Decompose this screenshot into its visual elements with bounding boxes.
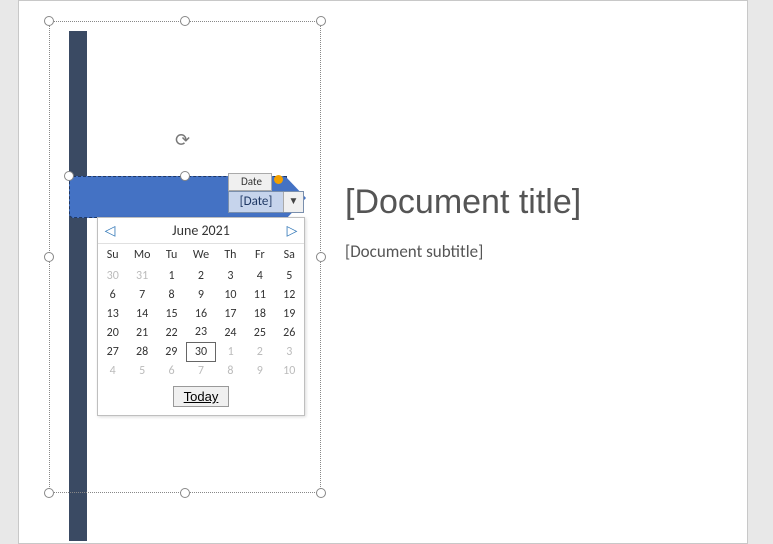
selection-handle[interactable] [180, 488, 190, 498]
calendar-day-header: Tu [157, 244, 186, 266]
calendar-day-header: We [186, 244, 215, 266]
calendar-day-cell[interactable]: 13 [98, 304, 127, 323]
calendar-day-cell[interactable]: 30 [98, 266, 127, 285]
calendar-day-cell[interactable]: 1 [216, 342, 245, 361]
selection-handle[interactable] [180, 171, 190, 181]
calendar-day-cell[interactable]: 8 [216, 361, 245, 380]
calendar-day-cell[interactable]: 3 [216, 266, 245, 285]
calendar-day-header: Sa [275, 244, 304, 266]
calendar-today-button[interactable]: Today [173, 386, 230, 407]
selection-handle[interactable] [180, 16, 190, 26]
calendar-day-cell[interactable]: 9 [245, 361, 274, 380]
document-page: ⟳ Date [Date] ▼ ◁ June 2021 ▷ SuMoTuWeTh… [18, 0, 748, 544]
calendar-day-cell[interactable]: 2 [186, 266, 215, 285]
calendar-day-cell[interactable]: 12 [275, 285, 304, 304]
calendar-day-cell[interactable]: 8 [157, 285, 186, 304]
calendar-grid: SuMoTuWeThFrSa 3031123456789101112131415… [98, 244, 304, 380]
content-control-tag: Date [228, 173, 272, 191]
calendar-day-header: Th [216, 244, 245, 266]
content-control-accent-dot [274, 175, 283, 184]
calendar-day-cell[interactable]: 16 [186, 304, 215, 323]
cover-stripe [69, 31, 87, 541]
calendar-day-cell[interactable]: 4 [98, 361, 127, 380]
date-field[interactable]: [Date] ▼ [228, 191, 304, 213]
calendar-day-cell[interactable]: 1 [157, 266, 186, 285]
selection-handle[interactable] [44, 488, 54, 498]
calendar-day-cell[interactable]: 29 [157, 342, 186, 361]
calendar-day-cell[interactable]: 6 [157, 361, 186, 380]
selection-handle[interactable] [44, 16, 54, 26]
calendar-day-cell[interactable]: 5 [275, 266, 304, 285]
calendar-day-cell[interactable]: 7 [186, 361, 215, 380]
calendar-day-cell[interactable]: 28 [127, 342, 156, 361]
date-picker-popup: ◁ June 2021 ▷ SuMoTuWeThFrSa 30311234567… [97, 217, 305, 416]
calendar-prev-month-icon[interactable]: ◁ [102, 222, 118, 239]
rotation-handle-icon[interactable]: ⟳ [175, 129, 190, 151]
selection-handle[interactable] [44, 252, 54, 262]
calendar-day-cell[interactable]: 20 [98, 323, 127, 342]
calendar-day-cell[interactable]: 6 [98, 285, 127, 304]
calendar-day-cell[interactable]: 23 [186, 323, 215, 342]
calendar-day-cell[interactable]: 22 [157, 323, 186, 342]
calendar-day-cell[interactable]: 25 [245, 323, 274, 342]
calendar-day-cell[interactable]: 7 [127, 285, 156, 304]
calendar-day-cell[interactable]: 3 [275, 342, 304, 361]
calendar-day-cell[interactable]: 21 [127, 323, 156, 342]
calendar-header: ◁ June 2021 ▷ [98, 218, 304, 244]
calendar-day-cell[interactable]: 19 [275, 304, 304, 323]
document-title-placeholder[interactable]: [Document title] [345, 183, 581, 222]
date-field-value[interactable]: [Date] [229, 192, 283, 212]
calendar-day-cell[interactable]: 18 [245, 304, 274, 323]
calendar-month-label: June 2021 [172, 222, 230, 239]
selection-handle[interactable] [316, 252, 326, 262]
calendar-next-month-icon[interactable]: ▷ [284, 222, 300, 239]
calendar-day-cell[interactable]: 31 [127, 266, 156, 285]
selection-handle[interactable] [64, 171, 74, 181]
calendar-day-cell[interactable]: 11 [245, 285, 274, 304]
calendar-day-header: Mo [127, 244, 156, 266]
date-dropdown-button[interactable]: ▼ [283, 192, 303, 212]
calendar-day-cell[interactable]: 15 [157, 304, 186, 323]
calendar-day-cell[interactable]: 26 [275, 323, 304, 342]
calendar-day-cell[interactable]: 17 [216, 304, 245, 323]
calendar-day-cell[interactable]: 30 [186, 342, 215, 361]
calendar-day-cell[interactable]: 27 [98, 342, 127, 361]
calendar-day-cell[interactable]: 4 [245, 266, 274, 285]
calendar-day-cell[interactable]: 10 [216, 285, 245, 304]
selection-handle[interactable] [316, 16, 326, 26]
document-subtitle-placeholder[interactable]: [Document subtitle] [345, 241, 483, 262]
calendar-day-cell[interactable]: 14 [127, 304, 156, 323]
calendar-day-cell[interactable]: 5 [127, 361, 156, 380]
calendar-day-cell[interactable]: 24 [216, 323, 245, 342]
calendar-day-header: Su [98, 244, 127, 266]
content-control-tag-label: Date [241, 175, 262, 188]
calendar-day-header: Fr [245, 244, 274, 266]
calendar-day-cell[interactable]: 9 [186, 285, 215, 304]
selection-handle[interactable] [316, 488, 326, 498]
calendar-day-cell[interactable]: 2 [245, 342, 274, 361]
calendar-day-cell[interactable]: 10 [275, 361, 304, 380]
